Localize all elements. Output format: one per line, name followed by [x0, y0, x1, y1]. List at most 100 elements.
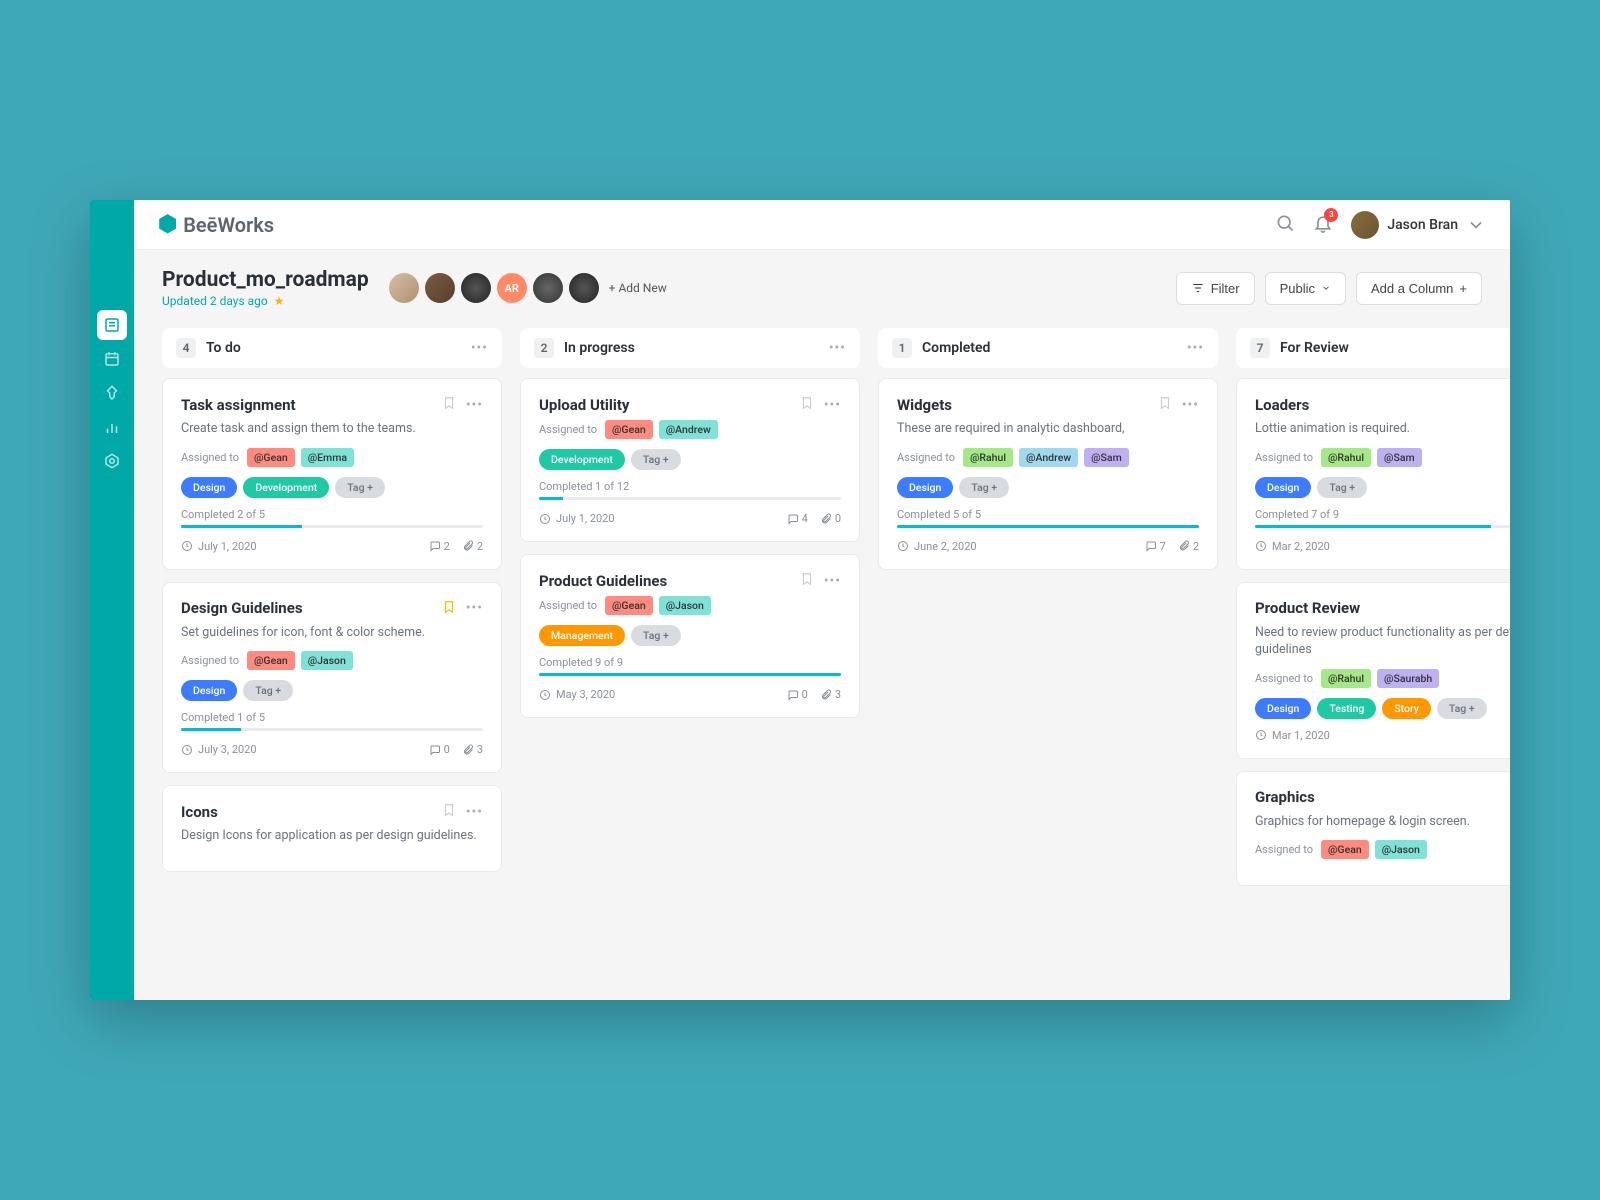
card-desc: Graphics for homepage & login screen. [1255, 813, 1510, 831]
member-avatar[interactable] [461, 273, 491, 303]
nav-calendar-icon[interactable] [97, 344, 127, 374]
tag[interactable]: Development [539, 449, 625, 470]
member-avatar[interactable]: AR [497, 273, 527, 303]
assigned-row: Assigned to@Gean@Andrew [539, 420, 841, 439]
filter-button[interactable]: Filter [1176, 272, 1255, 305]
assignee-mention[interactable]: @Emma [301, 448, 354, 467]
card[interactable]: Task assignment•••Create task and assign… [162, 378, 502, 570]
tag[interactable]: Design [181, 680, 237, 701]
tag[interactable]: Story [1382, 698, 1431, 719]
card[interactable]: GraphicsGraphics for homepage & login sc… [1236, 771, 1510, 887]
tag[interactable]: Design [1255, 698, 1311, 719]
assignee-mention[interactable]: @Gean [605, 596, 653, 615]
assigned-row: Assigned to@Gean@Jason [181, 651, 483, 670]
card-more-icon[interactable]: ••• [466, 397, 483, 413]
add-tag-button[interactable]: Tag + [243, 680, 293, 701]
card-more-icon[interactable]: ••• [466, 600, 483, 616]
search-icon[interactable] [1275, 213, 1295, 237]
add-member-button[interactable]: + Add New [609, 281, 667, 295]
project-title: Product_mo_roadmap [162, 268, 369, 292]
tag[interactable]: Development [243, 477, 329, 498]
nav-pin-icon[interactable] [97, 378, 127, 408]
card-attachments[interactable]: 2 [462, 540, 483, 553]
card-comments[interactable]: 4 [787, 512, 808, 525]
card-comments[interactable]: 0 [429, 743, 450, 756]
add-tag-button[interactable]: Tag + [959, 477, 1009, 498]
user-avatar [1351, 211, 1379, 239]
add-tag-button[interactable]: Tag + [335, 477, 385, 498]
bookmark-icon[interactable] [442, 599, 456, 618]
assignee-mention[interactable]: @Andrew [659, 420, 718, 439]
add-column-button[interactable]: Add a Column + [1356, 272, 1482, 305]
column-more-icon[interactable]: ••• [829, 340, 846, 356]
add-tag-button[interactable]: Tag + [631, 625, 681, 646]
card-attachments[interactable]: 0 [820, 512, 841, 525]
nav-settings-icon[interactable] [97, 446, 127, 476]
assignee-mention[interactable]: @Jason [1375, 840, 1427, 859]
card[interactable]: Upload Utility•••Assigned to@Gean@Andrew… [520, 378, 860, 542]
card-comments[interactable]: 2 [429, 540, 450, 553]
assignee-mention[interactable]: @Rahul [963, 448, 1013, 467]
card-more-icon[interactable]: ••• [1182, 397, 1199, 413]
card[interactable]: Widgets•••These are required in analytic… [878, 378, 1218, 570]
bookmark-icon[interactable] [442, 395, 456, 414]
assignee-mention[interactable]: @Rahul [1321, 669, 1371, 688]
card-attachments[interactable]: 2 [1178, 540, 1199, 553]
visibility-button[interactable]: Public [1265, 272, 1346, 305]
assignee-mention[interactable]: @Rahul [1321, 448, 1371, 467]
progress-bar [539, 673, 841, 676]
card-more-icon[interactable]: ••• [466, 804, 483, 820]
assignee-mention[interactable]: @Jason [301, 651, 353, 670]
column-more-icon[interactable]: ••• [1187, 340, 1204, 356]
tag[interactable]: Management [539, 625, 625, 646]
card-attachments[interactable]: 3 [462, 743, 483, 756]
column-more-icon[interactable]: ••• [471, 340, 488, 356]
notification-icon[interactable]: 3 [1313, 213, 1333, 237]
add-tag-button[interactable]: Tag + [1437, 698, 1487, 719]
assignee-mention[interactable]: @Gean [1321, 840, 1369, 859]
user-menu[interactable]: Jason Bran [1351, 211, 1486, 239]
card-attachments[interactable]: 3 [820, 688, 841, 701]
board: 4To do•••Task assignment•••Create task a… [134, 318, 1510, 1000]
assignee-mention[interactable]: @Gean [247, 448, 295, 467]
card-comments[interactable]: 7 [1145, 540, 1166, 553]
assignee-mention[interactable]: @Sam [1377, 448, 1422, 467]
bookmark-icon[interactable] [800, 395, 814, 414]
assignee-mention[interactable]: @Jason [659, 596, 711, 615]
notification-badge: 3 [1324, 208, 1338, 222]
card[interactable]: Icons•••Design Icons for application as … [162, 785, 502, 872]
assigned-label: Assigned to [1255, 451, 1313, 464]
member-avatar[interactable] [533, 273, 563, 303]
tag[interactable]: Testing [1317, 698, 1376, 719]
card[interactable]: Product ReviewNeed to review product fun… [1236, 582, 1510, 759]
tag[interactable]: Design [897, 477, 953, 498]
card[interactable]: Design Guidelines•••Set guidelines for i… [162, 582, 502, 774]
card[interactable]: Product Guidelines•••Assigned to@Gean@Ja… [520, 554, 860, 718]
progress-label: Completed 2 of 5 [181, 508, 483, 521]
card-comments[interactable]: 0 [787, 688, 808, 701]
assignee-mention[interactable]: @Sam [1084, 448, 1129, 467]
nav-analytics-icon[interactable] [97, 412, 127, 442]
bookmark-icon[interactable] [442, 802, 456, 821]
card[interactable]: LoadersLottie animation is required.Assi… [1236, 378, 1510, 570]
bookmark-icon[interactable] [1158, 395, 1172, 414]
add-tag-button[interactable]: Tag + [631, 449, 681, 470]
assignee-mention[interactable]: @Andrew [1019, 448, 1078, 467]
assignee-mention[interactable]: @Gean [247, 651, 295, 670]
nav-board-icon[interactable] [97, 310, 127, 340]
member-avatar[interactable] [569, 273, 599, 303]
tag[interactable]: Design [1255, 477, 1311, 498]
bookmark-icon[interactable] [800, 571, 814, 590]
member-avatar[interactable] [389, 273, 419, 303]
logo[interactable]: ⬢ BeēWorks [158, 212, 274, 237]
card-more-icon[interactable]: ••• [824, 573, 841, 589]
add-tag-button[interactable]: Tag + [1317, 477, 1367, 498]
card-more-icon[interactable]: ••• [824, 397, 841, 413]
tag[interactable]: Design [181, 477, 237, 498]
member-avatar[interactable] [425, 273, 455, 303]
progress-label: Completed 9 of 9 [539, 656, 841, 669]
cards-list: Task assignment•••Create task and assign… [162, 378, 502, 872]
assignee-mention[interactable]: @Gean [605, 420, 653, 439]
star-icon[interactable]: ★ [274, 294, 285, 308]
assignee-mention[interactable]: @Saurabh [1377, 669, 1439, 688]
